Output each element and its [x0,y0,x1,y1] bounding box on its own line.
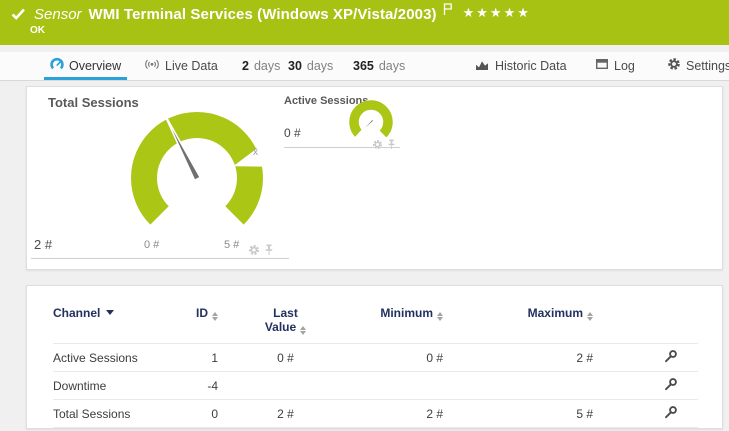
sort-caret-down-icon [106,310,114,315]
channel-name[interactable]: Total Sessions [53,400,183,428]
column-label: ID [196,306,208,320]
tab-log[interactable]: Log [589,51,641,80]
tab-number: 2 [242,59,249,73]
channel-maximum [493,372,643,400]
sensor-header: Sensor WMI Terminal Services (Windows XP… [0,0,729,45]
gauge-pin-icon[interactable] [387,137,396,155]
tab-label: Historic Data [495,59,567,73]
page-title: WMI Terminal Services (Windows XP/Vista/… [89,6,437,23]
gauge-settings-gear-icon[interactable] [372,137,383,155]
flag-icon[interactable] [443,3,453,21]
channel-table-panel: Channel ID Last Value Minimum Maximum [26,285,723,429]
prtg-sensor-page: Sensor WMI Terminal Services (Windows XP… [0,0,729,431]
channel-minimum: 2 # [333,400,493,428]
gauge-scale-max-label: 5 # [224,239,239,251]
column-header-last-value[interactable]: Last Value [238,300,333,344]
gauge-divider [31,258,289,259]
tab-number: 365 [353,59,374,73]
tab-label: Settings [686,59,729,73]
tab-unit: days [379,59,405,73]
table-row: Active Sessions 1 0 # 0 # 2 # [53,344,698,372]
channel-settings-wrench-icon[interactable] [663,405,678,423]
column-label: Last Value [265,306,298,334]
overview-gauges-panel: Total Sessions x̄ 2 # 0 # 5 # Active Ses… [26,86,723,270]
tab-bar: Overview Live Data 2 days 30 days 365 da… [0,52,729,81]
total-sessions-current-value: 2 # [34,237,52,252]
sort-arrows-icon [587,312,593,321]
channel-id: 1 [183,344,238,372]
tab-label: Live Data [165,59,218,73]
column-label: Channel [53,306,100,320]
priority-stars[interactable]: ★★★★★ [463,5,531,21]
channel-last-value: 0 # [238,344,333,372]
gear-icon [667,57,681,74]
channel-id: 0 [183,400,238,428]
channel-maximum: 2 # [493,344,643,372]
tab-settings[interactable]: Settings [661,51,729,80]
object-kind-label: Sensor [34,6,82,23]
tab-overview[interactable]: Overview [44,51,127,80]
sensor-status-text: OK [30,25,45,36]
channel-last-value [238,372,333,400]
column-header-minimum[interactable]: Minimum [333,300,493,344]
channel-minimum: 0 # [333,344,493,372]
active-sessions-current-value: 0 # [284,126,301,140]
column-label: Maximum [528,306,583,320]
gauge-divider [284,147,400,148]
channel-minimum [333,372,493,400]
tab-365-days[interactable]: 365 days [347,51,411,80]
gauge-scale-min-label: 0 # [144,239,159,251]
tab-30-days[interactable]: 30 days [282,51,339,80]
area-chart-icon [474,58,490,74]
channel-last-value: 2 # [238,400,333,428]
tab-live-data[interactable]: Live Data [138,51,224,80]
channel-name[interactable]: Downtime [53,372,183,400]
table-row: Total Sessions 0 2 # 2 # 5 # [53,400,698,428]
channel-id: -4 [183,372,238,400]
channel-settings-wrench-icon[interactable] [663,349,678,367]
channel-maximum: 5 # [493,400,643,428]
column-header-maximum[interactable]: Maximum [493,300,643,344]
sort-arrows-icon [437,312,443,321]
channel-table: Channel ID Last Value Minimum Maximum [53,300,698,428]
table-row: Downtime -4 [53,372,698,400]
column-label: Minimum [380,306,433,320]
column-header-channel[interactable]: Channel [53,300,183,344]
sort-arrows-icon [212,312,218,321]
broadcast-icon [144,58,160,74]
table-header-row: Channel ID Last Value Minimum Maximum [53,300,698,344]
tab-label: Overview [69,59,121,73]
column-header-actions [643,300,698,344]
gauge-icon [50,57,64,74]
tab-unit: days [254,59,280,73]
tab-label: Log [614,59,635,73]
tab-historic-data[interactable]: Historic Data [468,51,573,80]
total-sessions-gauge [102,95,292,263]
status-ok-check-icon [11,8,26,21]
tab-2-days[interactable]: 2 days [236,51,286,80]
column-header-id[interactable]: ID [183,300,238,344]
channel-settings-wrench-icon[interactable] [663,377,678,395]
sort-arrows-icon [300,326,306,335]
channel-name[interactable]: Active Sessions [53,344,183,372]
tab-number: 30 [288,59,302,73]
log-icon [595,58,609,73]
gauge-average-marker-label: x̄ [253,147,258,158]
tab-unit: days [307,59,333,73]
